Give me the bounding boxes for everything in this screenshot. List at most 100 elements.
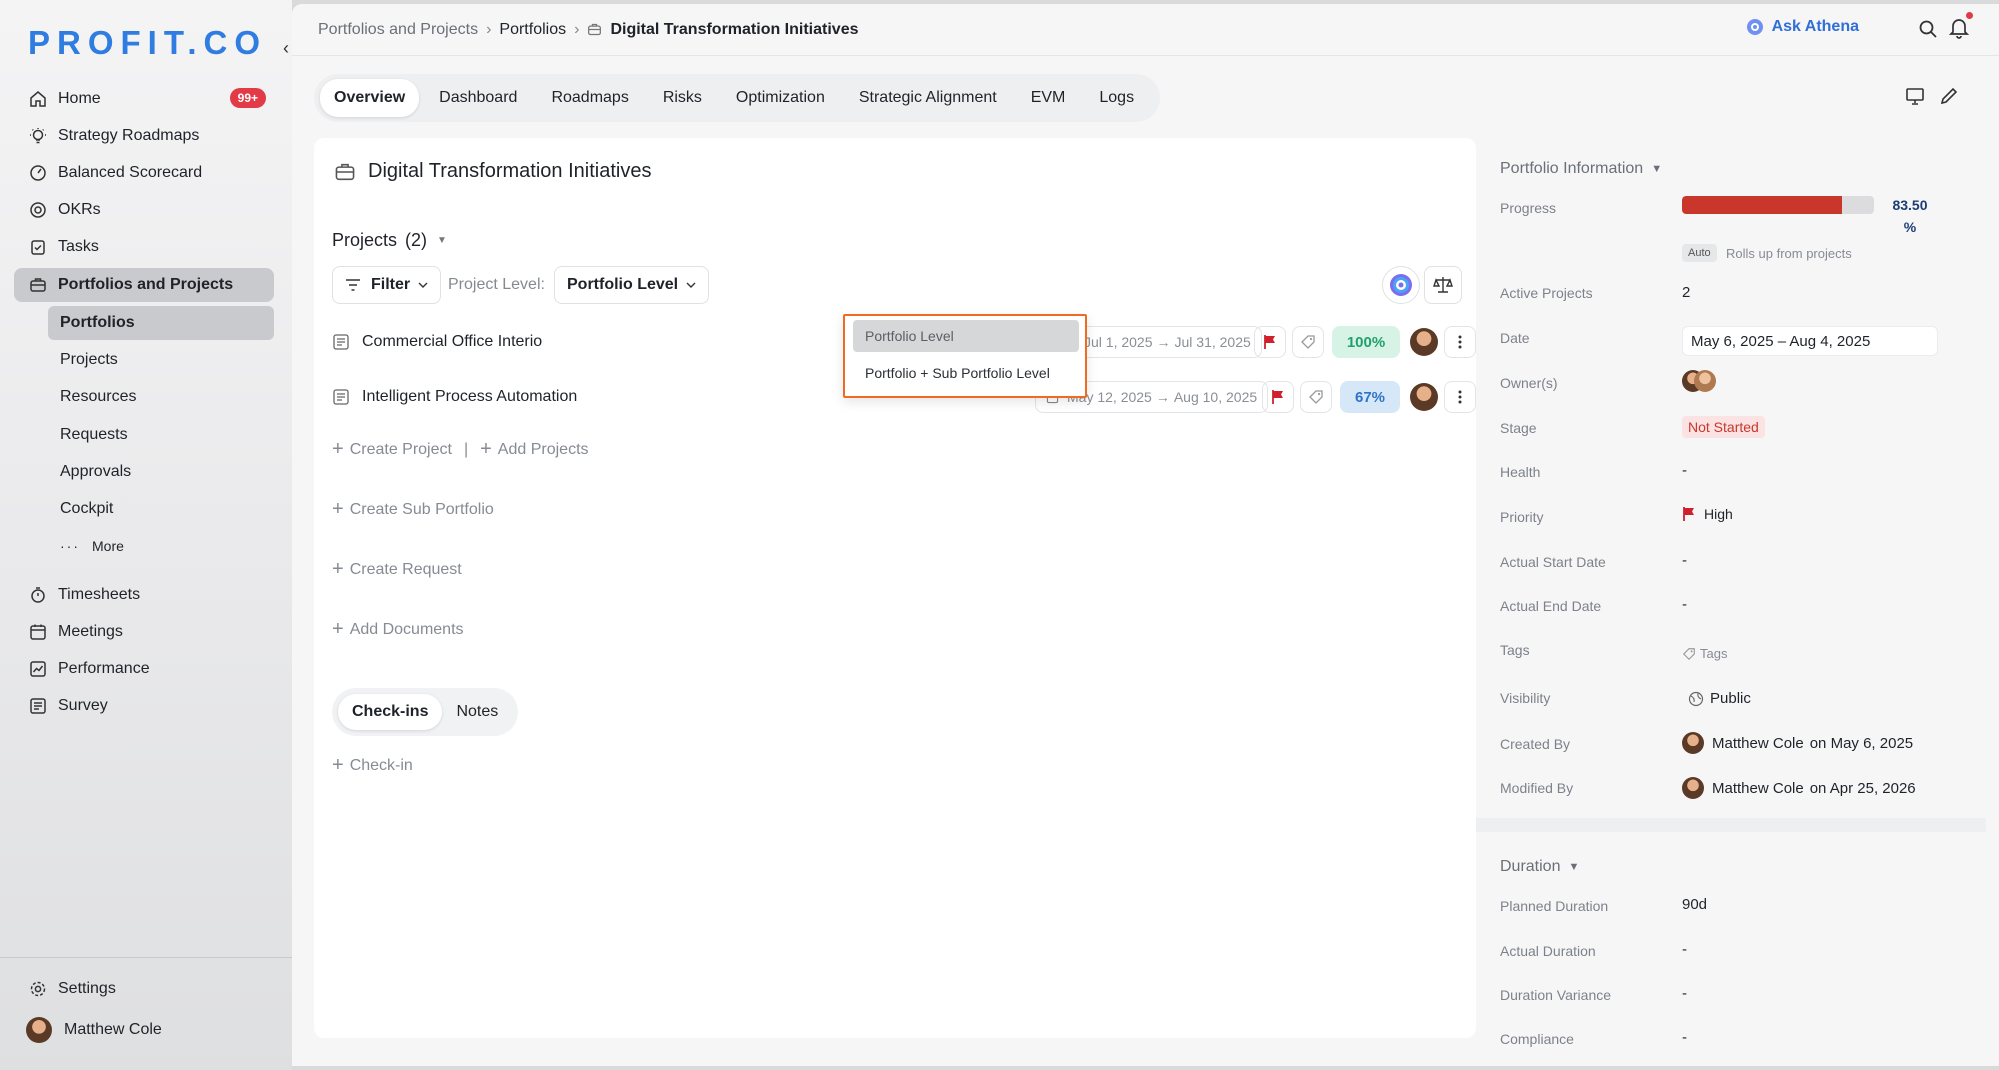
visibility-label: Visibility [1500,690,1551,706]
collapse-sidebar-button[interactable]: ‹ [283,38,289,59]
project-name[interactable]: Intelligent Process Automation [362,388,577,406]
target-icon [28,200,48,220]
priority-flag-button[interactable] [1262,381,1294,413]
filter-button[interactable]: Filter [332,266,442,304]
sidebar-item-strategy-roadmaps[interactable]: Strategy Roadmaps [14,119,274,153]
edit-pencil-icon[interactable] [1939,86,1959,106]
progress-bar [1682,196,1874,214]
priority-value[interactable]: High [1682,506,1733,522]
portfolio-information-toggle[interactable]: Portfolio Information ▼ [1500,160,1662,178]
breadcrumb-portfolios-and-projects[interactable]: Portfolios and Projects [318,21,478,39]
actual-start-date-label: Actual Start Date [1500,554,1606,570]
sidebar-item-label: Timesheets [58,586,141,603]
create-project-button[interactable]: + Create Project [332,438,452,461]
project-level-select[interactable]: Portfolio Level [554,266,710,304]
tab-strategic-alignment[interactable]: Strategic Alignment [845,79,1011,117]
sidebar-subitem-label: More [92,538,124,554]
chevron-down-icon [418,282,428,288]
add-documents-button[interactable]: + Add Documents [332,618,464,641]
tab-optimization[interactable]: Optimization [722,79,839,117]
user-name: Matthew Cole [64,1021,162,1038]
sidebar-item-okrs[interactable]: OKRs [14,193,274,227]
breadcrumb-separator: › [574,20,580,38]
sidebar-subitem-resources[interactable]: Resources [48,380,274,414]
gear-icon [28,979,48,999]
tab-overview[interactable]: Overview [320,79,420,117]
sidebar-item-survey[interactable]: Survey [14,689,274,723]
sidebar-subitem-projects[interactable]: Projects [48,343,274,377]
row-menu-button[interactable] [1444,326,1476,358]
search-icon[interactable] [1918,19,1938,39]
check-in-button[interactable]: + Check-in [332,754,413,777]
projects-section-toggle[interactable]: Projects (2) ▼ [332,230,447,251]
actual-start-date-value[interactable]: - [1682,552,1687,569]
bell-icon[interactable] [1949,17,1969,39]
balance-scale-button[interactable] [1424,266,1462,304]
tag-button[interactable] [1300,381,1332,413]
sidebar-item-performance[interactable]: Performance [14,652,274,686]
create-sub-portfolio-label: Create Sub Portfolio [349,500,494,518]
sidebar-item-settings[interactable]: Settings [14,972,274,1006]
progress-value: 83.50 % [1888,194,1932,238]
tags-field[interactable]: Tags [1682,646,1727,661]
tab-logs[interactable]: Logs [1085,79,1148,117]
sidebar-item-balanced-scorecard[interactable]: Balanced Scorecard [14,156,274,190]
date-range-value: May 6, 2025 – Aug 4, 2025 [1691,332,1871,350]
sidebar-subitem-approvals[interactable]: Approvals [48,455,274,489]
sidebar-item-home[interactable]: Home 99+ [14,82,274,116]
priority-flag-button[interactable] [1254,326,1286,358]
tab-dashboard[interactable]: Dashboard [425,79,531,117]
sidebar-user-profile[interactable]: Matthew Cole [14,1013,274,1047]
plus-icon: + [332,618,344,640]
arrow-right-icon: → [1156,334,1171,350]
tab-notes[interactable]: Notes [442,694,512,730]
actual-end-date-value[interactable]: - [1682,596,1687,613]
add-projects-button[interactable]: + Add Projects [480,438,588,461]
sidebar-subitem-requests[interactable]: Requests [48,418,274,452]
sidebar-subitem-more[interactable]: ··· More [48,529,274,563]
date-range-field[interactable]: May 6, 2025 – Aug 4, 2025 [1682,326,1938,356]
section-title: Duration [1500,858,1561,875]
kebab-menu-icon [1458,390,1462,404]
tab-roadmaps[interactable]: Roadmaps [537,79,642,117]
sidebar-item-timesheets[interactable]: Timesheets [14,578,274,612]
briefcase-icon [334,161,356,183]
create-request-button[interactable]: + Create Request [332,558,462,581]
avatar[interactable] [1410,383,1438,411]
row-menu-button[interactable] [1444,381,1476,413]
profit-co-logo[interactable]: PROFIT.CO [28,24,267,62]
visibility-value[interactable]: Public [1688,690,1751,707]
caret-down-icon: ▼ [437,235,447,246]
checkins-notes-tabs: Check-ins Notes [332,688,519,736]
tag-button[interactable] [1292,326,1324,358]
sidebar-item-tasks[interactable]: Tasks [14,230,274,264]
breadcrumb-portfolios[interactable]: Portfolios [499,21,566,39]
avatar[interactable] [1410,328,1438,356]
owner-avatars[interactable] [1682,370,1716,392]
sidebar-subitem-label: Projects [60,351,118,368]
document-icon [332,388,350,406]
presentation-icon[interactable] [1905,86,1925,106]
sidebar: PROFIT.CO ‹ Home 99+ Strategy Roadmaps B… [0,0,292,1070]
ask-athena-button[interactable]: Ask Athena [1746,18,1859,36]
create-sub-portfolio-button[interactable]: + Create Sub Portfolio [332,498,494,521]
duration-section-toggle[interactable]: Duration ▼ [1500,858,1579,876]
tab-evm[interactable]: EVM [1017,79,1080,117]
tab-check-ins[interactable]: Check-ins [338,694,443,730]
sidebar-subitem-portfolios[interactable]: Portfolios [48,306,274,340]
dropdown-option-portfolio-level[interactable]: Portfolio Level [853,320,1079,352]
actual-end-date-label: Actual End Date [1500,598,1602,614]
dropdown-option-portfolio-sub-portfolio-level[interactable]: Portfolio + Sub Portfolio Level [853,357,1079,389]
sidebar-subitem-cockpit[interactable]: Cockpit [48,492,274,526]
project-name[interactable]: Commercial Office Interio [362,333,542,351]
alignment-target-button[interactable] [1382,266,1420,304]
globe-icon [1688,691,1704,707]
chart-line-icon [28,659,48,679]
tab-risks[interactable]: Risks [649,79,716,117]
sidebar-item-meetings[interactable]: Meetings [14,615,274,649]
status-badge[interactable]: Not Started [1682,416,1765,438]
plus-icon: + [332,754,344,776]
breadcrumb-separator: › [486,20,492,38]
sidebar-item-portfolios-and-projects[interactable]: Portfolios and Projects [14,268,274,302]
health-value[interactable]: - [1682,462,1687,479]
